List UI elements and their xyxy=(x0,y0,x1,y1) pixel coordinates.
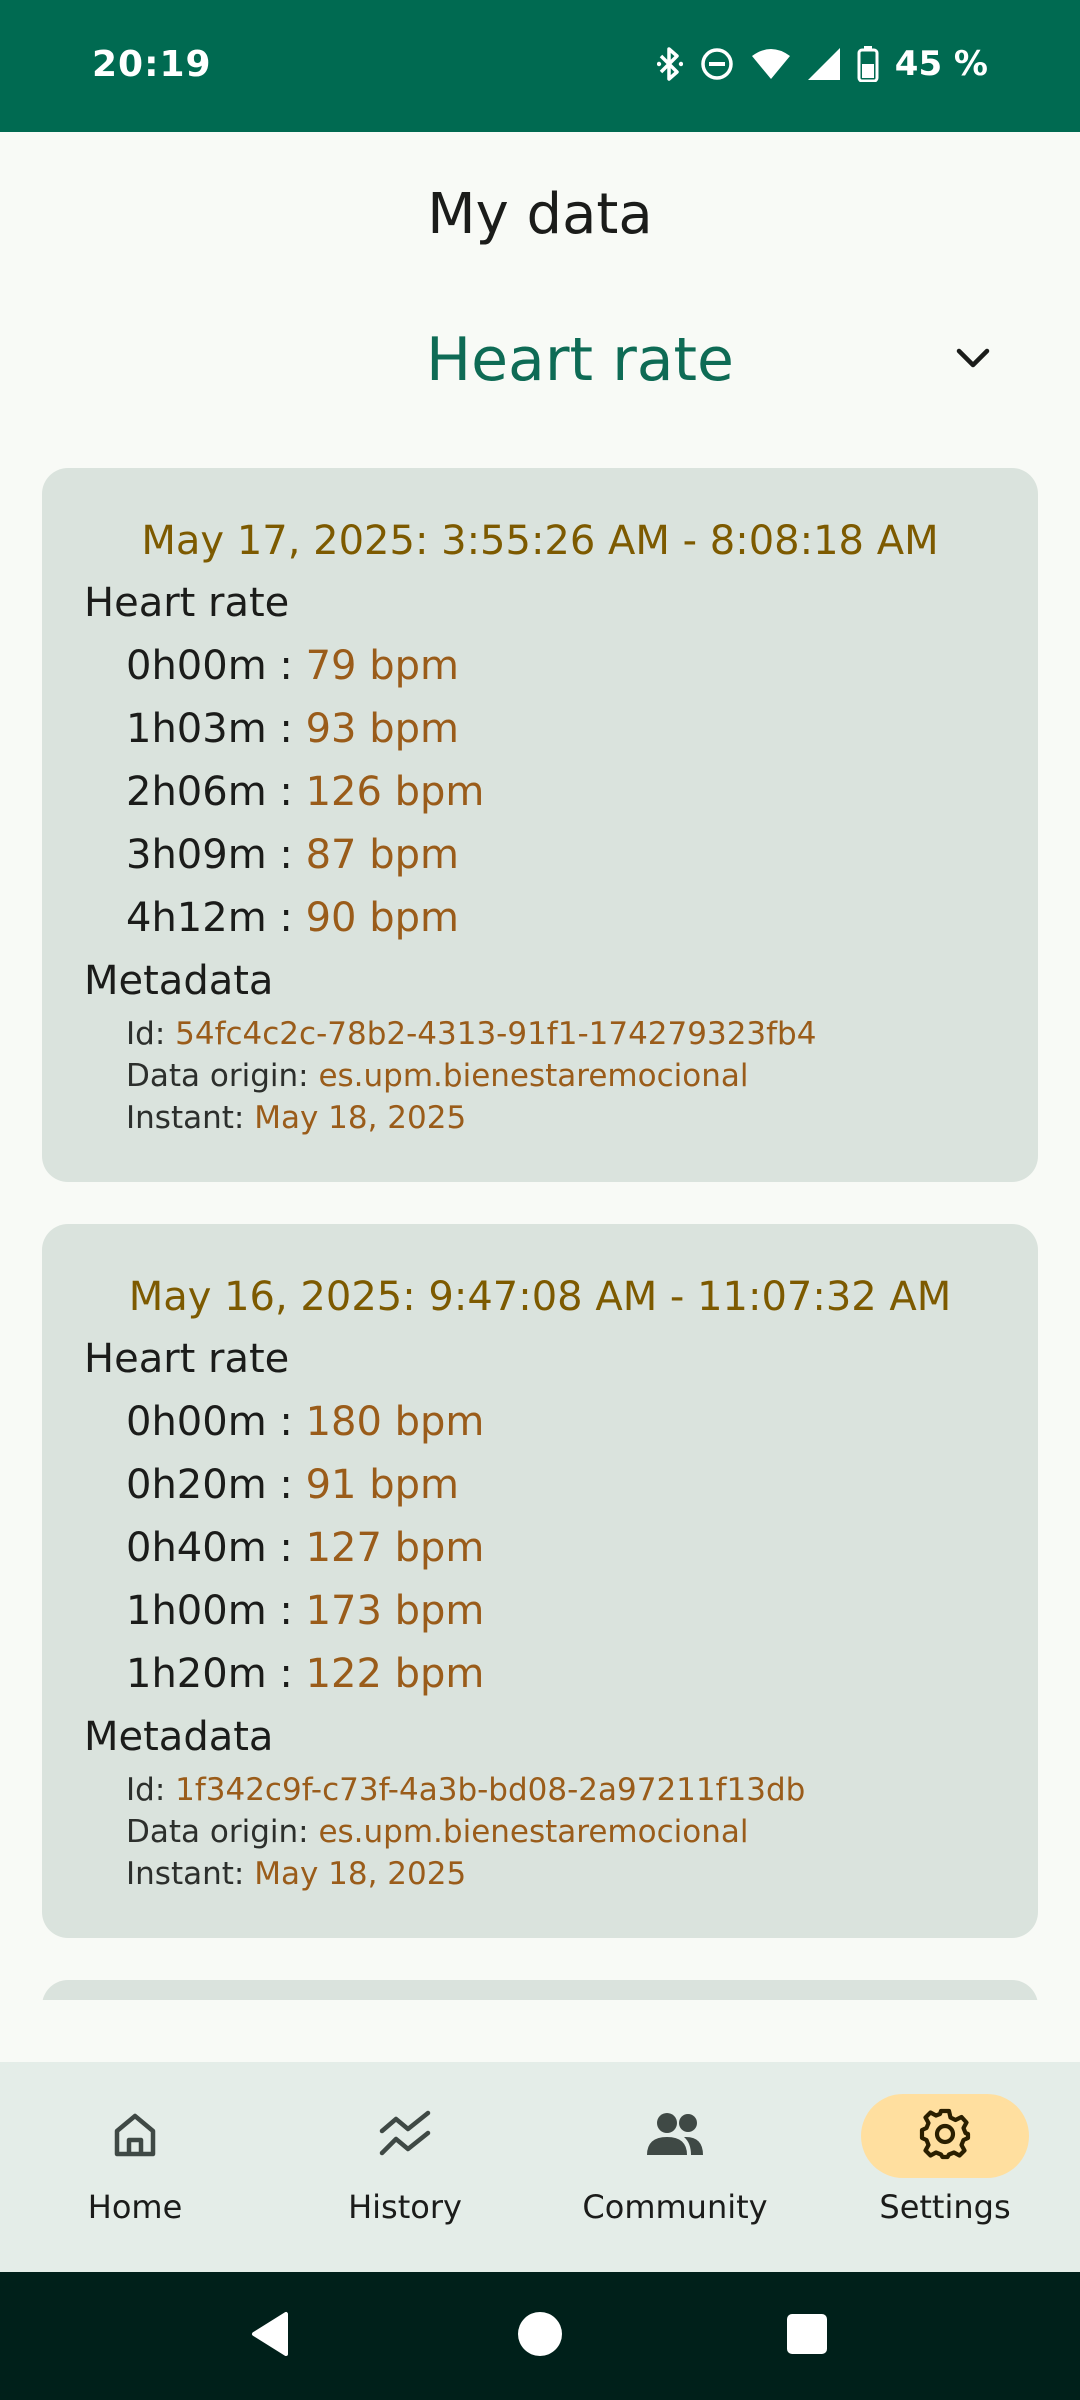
cell-signal-icon xyxy=(807,47,841,81)
chevron-down-icon xyxy=(955,347,991,375)
do-not-disturb-icon xyxy=(699,46,735,82)
reading-value: 91 bpm xyxy=(305,1462,459,1508)
system-home-button[interactable] xyxy=(500,2272,580,2400)
reading-value: 173 bpm xyxy=(305,1588,485,1634)
metadata-instant: Instant: May 18, 2025 xyxy=(126,1856,466,1892)
nav-history-label: History xyxy=(348,2188,462,2226)
next-record-card-peek xyxy=(0,1980,1080,2000)
back-triangle-icon xyxy=(248,2310,292,2362)
metadata-origin: Data origin: es.upm.bienestaremocional xyxy=(126,1058,748,1094)
reading-time: 1h20m xyxy=(126,1651,267,1697)
record-section-label: Heart rate xyxy=(84,580,290,626)
reading-value: 87 bpm xyxy=(305,832,459,878)
bluetooth-icon xyxy=(656,46,683,82)
metric-dropdown[interactable]: Heart rate xyxy=(300,325,1000,405)
system-navigation-bar xyxy=(0,2272,1080,2400)
battery-icon xyxy=(857,46,879,82)
reading-time: 0h20m xyxy=(126,1462,267,1508)
record-card: May 16, 2025: 9:47:08 AM - 11:07:32 AM H… xyxy=(42,1224,1038,1938)
reading-time: 1h03m xyxy=(126,706,267,752)
reading-row: 3h09m : 87 bpm xyxy=(126,832,459,878)
nav-history[interactable]: History xyxy=(270,2062,540,2272)
record-card: May 17, 2025: 3:55:26 AM - 8:08:18 AM He… xyxy=(42,468,1038,1182)
record-card xyxy=(42,1980,1038,2000)
nav-settings[interactable]: Settings xyxy=(810,2062,1080,2272)
metadata-id-label: Id: xyxy=(126,1016,166,1052)
status-icons: 45 % xyxy=(656,42,988,86)
record-time-range: May 16, 2025: 9:47:08 AM - 11:07:32 AM xyxy=(128,1274,952,1320)
reading-row: 0h20m : 91 bpm xyxy=(126,1462,459,1508)
metadata-id: Id: 1f342c9f-c73f-4a3b-bd08-2a97211f13db xyxy=(126,1772,805,1808)
reading-time: 1h00m xyxy=(126,1588,267,1634)
reading-value: 127 bpm xyxy=(305,1525,485,1571)
reading-row: 1h00m : 173 bpm xyxy=(126,1588,485,1634)
nav-community[interactable]: Community xyxy=(540,2062,810,2272)
metadata-id: Id: 54fc4c2c-78b2-4313-91f1-174279323fb4 xyxy=(126,1016,816,1052)
metadata-label: Metadata xyxy=(84,958,274,1004)
metadata-origin-value: es.upm.bienestaremocional xyxy=(318,1814,749,1850)
record-section-label: Heart rate xyxy=(84,1336,290,1382)
nav-settings-label: Settings xyxy=(879,2188,1011,2226)
reading-time: 3h09m xyxy=(126,832,267,878)
system-recents-button[interactable] xyxy=(767,2272,847,2400)
metadata-instant: Instant: May 18, 2025 xyxy=(126,1100,466,1136)
metadata-id-value: 54fc4c2c-78b2-4313-91f1-174279323fb4 xyxy=(175,1016,817,1052)
metadata-origin-value: es.upm.bienestaremocional xyxy=(318,1058,749,1094)
reading-value: 90 bpm xyxy=(305,895,459,941)
metadata-instant-value: May 18, 2025 xyxy=(254,1856,467,1892)
metadata-origin: Data origin: es.upm.bienestaremocional xyxy=(126,1814,748,1850)
community-icon xyxy=(644,2111,706,2161)
reading-time: 2h06m xyxy=(126,769,267,815)
reading-row: 0h00m : 180 bpm xyxy=(126,1399,485,1445)
metadata-id-label: Id: xyxy=(126,1772,166,1808)
metadata-id-value: 1f342c9f-c73f-4a3b-bd08-2a97211f13db xyxy=(175,1772,806,1808)
page-title: My data xyxy=(427,182,653,247)
reading-row: 1h20m : 122 bpm xyxy=(126,1651,485,1697)
reading-row: 2h06m : 126 bpm xyxy=(126,769,485,815)
metadata-instant-value: May 18, 2025 xyxy=(254,1100,467,1136)
recents-square-icon xyxy=(785,2312,829,2360)
reading-row: 0h00m : 79 bpm xyxy=(126,643,459,689)
status-time: 20:19 xyxy=(92,44,212,85)
reading-row: 0h40m : 127 bpm xyxy=(126,1525,485,1571)
metadata-instant-label: Instant: xyxy=(126,1856,245,1892)
reading-time: 0h40m xyxy=(126,1525,267,1571)
metadata-label: Metadata xyxy=(84,1714,274,1760)
metadata-origin-label: Data origin: xyxy=(126,1058,309,1094)
reading-time: 0h00m xyxy=(126,1399,267,1445)
history-icon xyxy=(378,2109,432,2163)
metric-selected-value: Heart rate xyxy=(426,325,734,395)
metadata-origin-label: Data origin: xyxy=(126,1814,309,1850)
reading-value: 122 bpm xyxy=(305,1651,485,1697)
gear-icon xyxy=(918,2107,972,2165)
bottom-navigation: Home History Community Settings xyxy=(0,2062,1080,2272)
reading-value: 126 bpm xyxy=(305,769,485,815)
reading-value: 93 bpm xyxy=(305,706,459,752)
battery-percent: 45 % xyxy=(894,44,988,84)
nav-community-label: Community xyxy=(582,2188,768,2226)
reading-time: 4h12m xyxy=(126,895,267,941)
reading-time: 0h00m xyxy=(126,643,267,689)
reading-row: 1h03m : 93 bpm xyxy=(126,706,459,752)
nav-settings-active-indicator xyxy=(861,2094,1029,2178)
reading-value: 180 bpm xyxy=(305,1399,485,1445)
record-time-range: May 17, 2025: 3:55:26 AM - 8:08:18 AM xyxy=(141,518,939,564)
metadata-instant-label: Instant: xyxy=(126,1100,245,1136)
wifi-icon xyxy=(751,48,791,80)
home-circle-icon xyxy=(516,2310,564,2362)
home-icon xyxy=(110,2109,160,2163)
nav-home[interactable]: Home xyxy=(0,2062,270,2272)
status-bar: 20:19 45 % xyxy=(0,0,1080,132)
reading-value: 79 bpm xyxy=(305,643,459,689)
system-back-button[interactable] xyxy=(230,2272,310,2400)
reading-row: 4h12m : 90 bpm xyxy=(126,895,459,941)
nav-home-label: Home xyxy=(87,2188,183,2226)
